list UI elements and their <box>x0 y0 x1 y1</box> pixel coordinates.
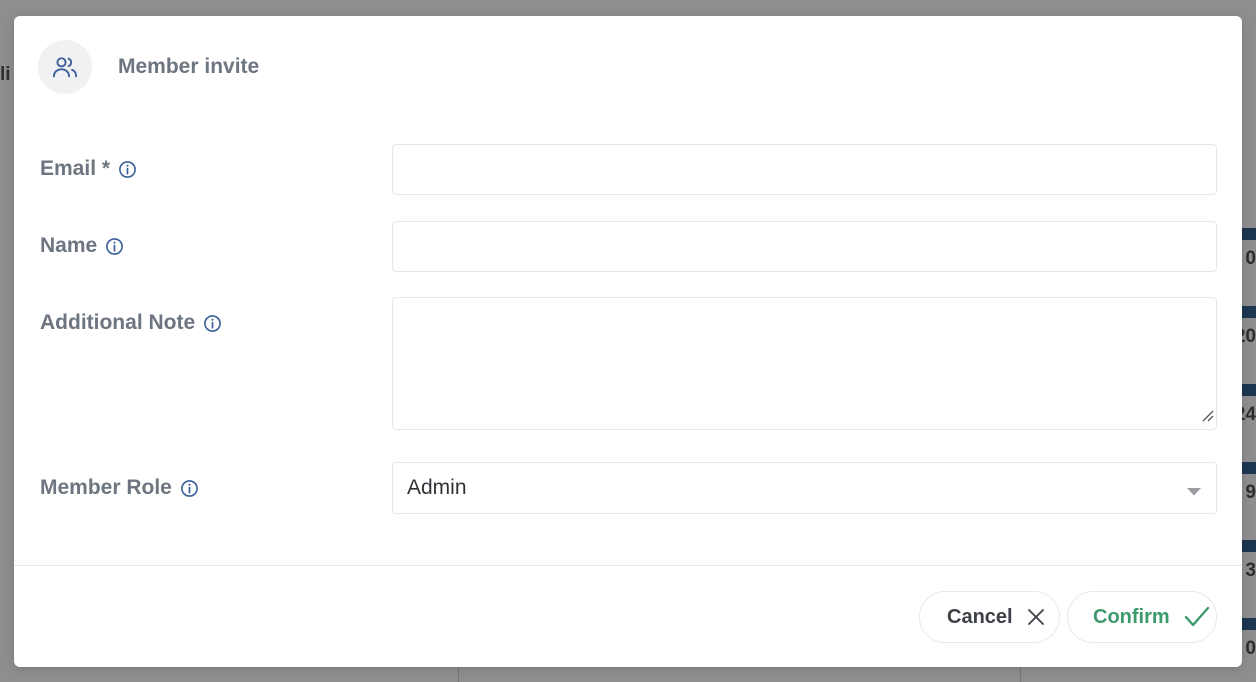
name-label: Name <box>40 234 98 257</box>
background-text-fragment: 0 <box>1245 248 1256 269</box>
background-table-bar <box>1242 540 1256 552</box>
check-icon <box>1184 606 1210 628</box>
background-text-fragment: 0 <box>1245 638 1256 659</box>
info-icon[interactable] <box>203 314 222 333</box>
note-row: Additional Note <box>40 297 1217 430</box>
role-label: Member Role <box>40 476 172 499</box>
close-icon <box>1027 608 1045 626</box>
note-label-group: Additional Note <box>40 311 222 335</box>
confirm-button[interactable]: Confirm <box>1067 591 1217 643</box>
name-field[interactable] <box>392 221 1217 272</box>
role-row: Member Role Admin <box>40 462 1217 514</box>
role-select[interactable]: Admin <box>392 462 1217 514</box>
users-icon <box>51 53 79 81</box>
note-textarea[interactable] <box>393 298 1216 429</box>
info-icon[interactable] <box>180 479 199 498</box>
role-select-value: Admin <box>407 476 467 499</box>
header-icon-circle <box>38 40 92 94</box>
resize-handle-icon[interactable] <box>1200 408 1214 427</box>
background-table-bar <box>1242 228 1256 240</box>
email-row: Email * <box>40 144 1217 195</box>
note-field[interactable] <box>392 297 1217 430</box>
info-icon[interactable] <box>105 237 124 256</box>
name-input[interactable] <box>393 222 1216 271</box>
cancel-button[interactable]: Cancel <box>919 591 1060 643</box>
dialog-title: Member invite <box>118 55 260 78</box>
background-text-fragment: 3 <box>1245 560 1256 581</box>
background-table-bar <box>1242 618 1256 630</box>
note-label: Additional Note <box>40 311 196 334</box>
dialog-header: Member invite <box>38 40 259 94</box>
confirm-button-label: Confirm <box>1093 605 1170 628</box>
chevron-down-icon[interactable] <box>1186 484 1202 502</box>
info-icon[interactable] <box>118 160 137 179</box>
email-label: Email * <box>40 157 111 180</box>
email-input[interactable] <box>393 145 1216 194</box>
background-table-bar <box>1242 306 1256 318</box>
email-label-group: Email * <box>40 157 137 181</box>
name-row: Name <box>40 221 1217 272</box>
footer-divider <box>14 565 1242 566</box>
background-table-bar <box>1242 462 1256 474</box>
cancel-button-label: Cancel <box>947 605 1013 628</box>
member-invite-dialog: Member invite Email * Name Additional No… <box>14 16 1242 667</box>
background-table-bar <box>1242 384 1256 396</box>
email-field[interactable] <box>392 144 1217 195</box>
role-label-group: Member Role <box>40 476 199 500</box>
name-label-group: Name <box>40 234 124 258</box>
background-text-fragment: li <box>0 64 11 85</box>
background-text-fragment: 9 <box>1245 482 1256 503</box>
